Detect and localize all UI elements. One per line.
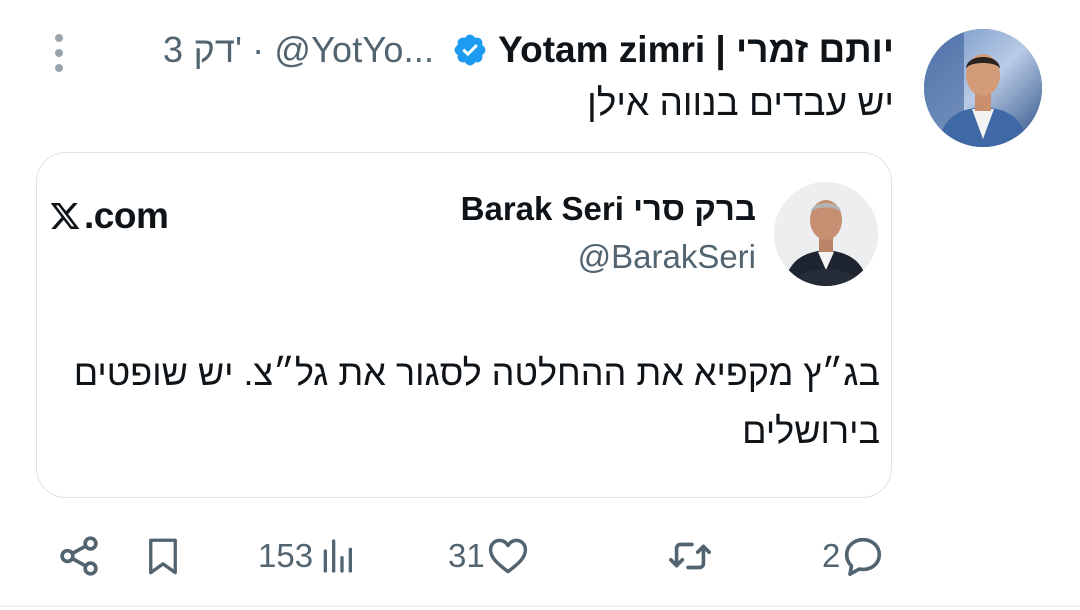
heart-icon: [488, 538, 527, 574]
like-count: 31: [448, 537, 485, 574]
quote-source[interactable]: .com: [48, 192, 169, 240]
reply-icon: [845, 537, 882, 577]
verified-badge-icon: [454, 34, 486, 66]
quote-author-avatar[interactable]: [774, 182, 878, 286]
share-button[interactable]: [56, 530, 102, 582]
quote-text-line: בג״ץ מקפיא את ההחלטה לסגור את גל״צ. יש ש…: [73, 352, 880, 393]
tweet-text: יש עבדים בנווה אילן: [587, 82, 894, 123]
author-name[interactable]: יותם זמרי | Yotam zimri: [498, 29, 894, 71]
author-handle[interactable]: @YotYo...: [274, 29, 434, 71]
meta-separator: ·: [252, 29, 265, 70]
tweet-header: 3 דק' · @YotYo... יותם זמרי | Yotam zimr…: [163, 24, 894, 76]
like-button[interactable]: 31: [448, 530, 531, 582]
quote-text: בג״ץ מקפיא את ההחלטה לסגור את גל״צ. יש ש…: [73, 344, 880, 460]
share-icon: [60, 536, 98, 576]
quote-text-line: בירושלים: [742, 410, 880, 451]
author-avatar[interactable]: [924, 29, 1042, 147]
time-ago[interactable]: 3 דק': [163, 29, 242, 71]
repost-button[interactable]: [664, 530, 716, 582]
quote-author-name[interactable]: ברק סרי Barak Seri: [461, 190, 756, 228]
x-logo-icon: [50, 203, 80, 229]
views-count: 153: [258, 537, 314, 574]
quote-author-handle[interactable]: @BarakSeri: [578, 238, 756, 276]
bookmark-button[interactable]: [142, 530, 184, 582]
repost-icon: [669, 542, 711, 570]
views-icon: [323, 539, 353, 573]
views-button[interactable]: 153: [258, 530, 357, 582]
reply-count: 2: [822, 537, 841, 574]
divider: [0, 605, 1080, 607]
bookmark-icon: [149, 538, 177, 575]
quote-source-label: .com: [84, 195, 169, 236]
more-vertical-icon[interactable]: [52, 32, 66, 74]
reply-button[interactable]: 2: [822, 530, 886, 582]
